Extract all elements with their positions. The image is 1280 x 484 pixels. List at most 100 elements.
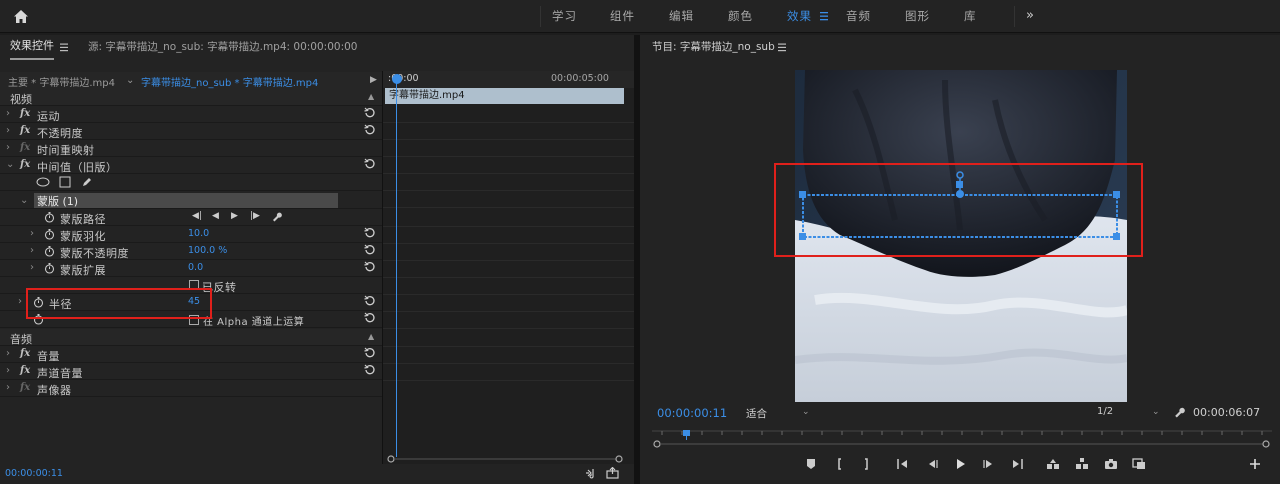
effect-row-channel-volume[interactable]: › fx 声道音量	[0, 363, 382, 380]
play-icon[interactable]	[952, 456, 968, 472]
fx-icon[interactable]: fx	[20, 125, 30, 136]
mask-opacity-value[interactable]: 100.0 %	[188, 245, 227, 256]
panel-menu-icon[interactable]	[778, 43, 786, 52]
reset-icon[interactable]	[364, 312, 376, 324]
reset-icon[interactable]	[364, 227, 376, 239]
tab-assembly[interactable]: 组件	[610, 0, 635, 33]
timeline-zoom-scrollbar[interactable]	[387, 455, 623, 463]
track-forward-icon[interactable]: |▶	[250, 211, 260, 221]
reset-icon[interactable]	[364, 124, 376, 136]
chevron-down-icon[interactable]: ⌄	[126, 75, 134, 86]
chevron-right-icon[interactable]: ›	[6, 108, 10, 119]
audio-playback-icon[interactable]	[585, 467, 597, 479]
sequence-clip-label[interactable]: 字幕带描边_no_sub * 字幕带描边.mp4	[141, 74, 318, 89]
reset-icon[interactable]	[364, 261, 376, 273]
fx-icon[interactable]: fx	[20, 108, 30, 119]
workspace-menu-icon[interactable]	[820, 11, 828, 21]
tab-editing[interactable]: 编辑	[669, 0, 694, 33]
stopwatch-icon[interactable]	[44, 262, 55, 274]
panel-menu-icon[interactable]	[60, 43, 68, 52]
effect-row-volume[interactable]: › fx 音量	[0, 346, 382, 363]
effect-row-time-remap[interactable]: › fx 时间重映射	[0, 140, 382, 157]
chevron-right-icon[interactable]: ›	[6, 142, 10, 153]
reset-icon[interactable]	[364, 158, 376, 170]
master-clip-label[interactable]: 主要 * 字幕带描边.mp4	[8, 74, 115, 89]
stopwatch-icon[interactable]	[44, 245, 55, 257]
mark-out-icon[interactable]	[858, 456, 874, 472]
chevron-down-icon[interactable]: ⌄	[802, 407, 810, 417]
reset-icon[interactable]	[364, 295, 376, 307]
tab-learn[interactable]: 学习	[552, 0, 577, 33]
monitor-time-ruler[interactable]	[652, 430, 1272, 450]
more-workspaces-icon[interactable]: »	[1026, 0, 1034, 33]
tab-audio[interactable]: 音频	[846, 0, 871, 33]
stopwatch-icon[interactable]	[44, 228, 55, 240]
extract-icon[interactable]	[1074, 456, 1090, 472]
home-icon[interactable]	[12, 8, 30, 26]
chevron-right-icon[interactable]: ›	[6, 382, 10, 393]
step-forward-icon[interactable]: ▶	[231, 211, 238, 221]
camera-icon[interactable]	[1103, 456, 1119, 472]
collapse-caret-icon[interactable]: ▲	[368, 92, 374, 101]
play-only-icon[interactable]: ▶	[370, 75, 377, 85]
pen-mask-icon[interactable]	[81, 176, 93, 188]
export-frame-icon[interactable]	[606, 467, 619, 479]
effect-row-median[interactable]: ⌄ fx 中间值（旧版）	[0, 157, 382, 174]
reset-icon[interactable]	[364, 107, 376, 119]
fx-icon[interactable]: fx	[20, 159, 30, 170]
playback-resolution-dropdown[interactable]: 1/2	[1097, 406, 1113, 417]
comparison-view-icon[interactable]	[1131, 456, 1147, 472]
chevron-right-icon[interactable]: ›	[6, 125, 10, 136]
reset-icon[interactable]	[364, 347, 376, 359]
track-backward-icon[interactable]: ◀|	[192, 211, 202, 221]
reset-icon[interactable]	[364, 364, 376, 376]
chevron-down-icon[interactable]: ⌄	[1152, 407, 1160, 417]
playhead-line[interactable]	[396, 77, 397, 457]
effect-row-motion[interactable]: › fx 运动	[0, 106, 382, 123]
effect-row-panner[interactable]: › fx 声像器	[0, 380, 382, 397]
add-marker-icon[interactable]	[803, 456, 819, 472]
go-to-out-icon[interactable]	[1009, 456, 1025, 472]
tab-color[interactable]: 颜色	[728, 0, 753, 33]
effect-controls-timeline[interactable]: :00:00 00:00:05:00 字幕带描边.mp4	[382, 71, 635, 464]
mask-item[interactable]: 蒙版 (1)	[34, 193, 338, 208]
mask-expansion-value[interactable]: 0.0	[188, 262, 203, 273]
step-forward-icon[interactable]	[981, 456, 997, 472]
chevron-right-icon[interactable]: ›	[30, 245, 34, 256]
tab-libraries[interactable]: 库	[964, 0, 977, 33]
chevron-right-icon[interactable]: ›	[30, 262, 34, 273]
chevron-down-icon[interactable]: ⌄	[6, 159, 14, 170]
fx-icon[interactable]: fx	[20, 348, 30, 359]
add-button-icon[interactable]	[1247, 456, 1263, 472]
zoom-fit-dropdown[interactable]: 适合	[746, 406, 767, 421]
mark-in-icon[interactable]	[832, 456, 848, 472]
playhead-timecode[interactable]: 00:00:00:11	[657, 406, 727, 420]
reset-icon[interactable]	[364, 244, 376, 256]
tab-effects[interactable]: 效果	[787, 0, 812, 33]
chevron-right-icon[interactable]: ›	[30, 228, 34, 239]
chevron-right-icon[interactable]: ›	[6, 365, 10, 376]
effect-controls-tab[interactable]: 效果控件	[10, 35, 54, 60]
effect-row-opacity[interactable]: › fx 不透明度	[0, 123, 382, 140]
timeline-clip[interactable]: 字幕带描边.mp4	[385, 88, 624, 104]
ellipse-mask-icon[interactable]	[36, 177, 50, 187]
wrench-icon[interactable]	[1173, 406, 1185, 418]
stopwatch-icon[interactable]	[44, 211, 55, 223]
wrench-icon[interactable]	[271, 211, 282, 222]
playhead-handle[interactable]	[392, 74, 402, 84]
step-back-icon[interactable]	[924, 456, 940, 472]
lift-icon[interactable]	[1045, 456, 1061, 472]
chevron-right-icon[interactable]: ›	[6, 348, 10, 359]
tab-graphics[interactable]: 图形	[905, 0, 930, 33]
rectangle-mask-icon[interactable]	[59, 176, 71, 188]
step-back-icon[interactable]: ◀	[212, 211, 219, 221]
chevron-right-icon[interactable]: ›	[18, 296, 22, 307]
chevron-down-icon[interactable]: ⌄	[20, 195, 28, 206]
mask-feather-value[interactable]: 10.0	[188, 228, 209, 239]
current-time-display[interactable]: 00:00:00:11	[5, 468, 63, 479]
go-to-in-icon[interactable]	[895, 456, 911, 472]
timeline-ruler[interactable]: :00:00 00:00:05:00	[383, 71, 635, 88]
collapse-caret-icon[interactable]: ▲	[368, 332, 374, 341]
program-monitor-title[interactable]: 节目: 字幕带描边_no_sub	[652, 35, 775, 60]
fx-icon[interactable]: fx	[20, 365, 30, 376]
